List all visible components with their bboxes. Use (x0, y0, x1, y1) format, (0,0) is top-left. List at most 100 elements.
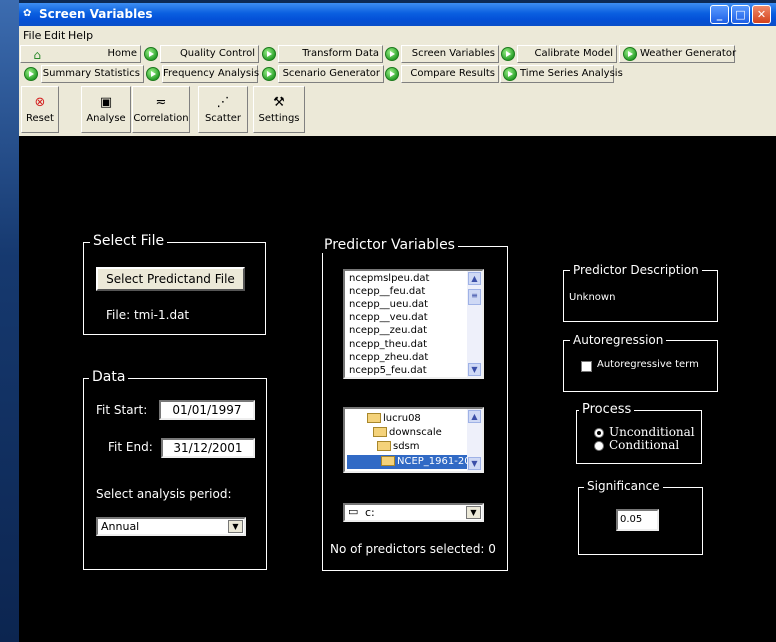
title-bar[interactable]: ✿ Screen Variables _ □ ✕ (19, 3, 776, 26)
folder-item[interactable]: sdsm (377, 440, 420, 454)
nav-calibrate-model[interactable]: Calibrate Model (517, 45, 617, 63)
drive-select[interactable]: ▭ c: ▼ (343, 503, 484, 522)
correlation-icon: ≂ (155, 95, 167, 110)
nav-quality-control[interactable]: Quality Control (160, 45, 259, 63)
nav-label: Quality Control (179, 48, 255, 59)
conditional-radio[interactable] (594, 441, 604, 451)
nav-transform-data[interactable]: Transform Data (278, 45, 383, 63)
nav-weather-generator[interactable]: Weather Generator (619, 45, 737, 63)
autoregression-group: Autoregression Autoregressive term (563, 333, 718, 392)
list-item[interactable]: ncepp5_feu.dat (349, 364, 427, 377)
scroll-thumb[interactable]: ≡ (468, 289, 481, 305)
nav-home-label: Home (107, 48, 137, 59)
chevron-down-icon[interactable]: ▼ (466, 506, 481, 519)
predictor-list-scrollbar[interactable]: ▲ ≡ ▼ (467, 271, 482, 377)
nav-label: Time Series Analysis (520, 68, 623, 79)
list-item[interactable]: ncepp__feu.dat (349, 285, 425, 299)
nav-label: Calibrate Model (534, 48, 613, 59)
arrow-icon (385, 47, 399, 61)
menu-file[interactable]: File (23, 29, 41, 42)
significance-field[interactable]: 0.05 (616, 509, 659, 531)
folder-icon (377, 441, 391, 451)
menu-bar: File Edit Help (19, 26, 776, 44)
significance-group: Significance 0.05 (578, 479, 703, 555)
nav-compare-results[interactable]: Compare Results (401, 65, 499, 83)
nav-row-1: ⌂ Home Quality Control Transform Data Sc… (19, 44, 776, 64)
scatter-label: Scatter (204, 113, 242, 124)
arrow-icon (262, 47, 276, 61)
reset-button[interactable]: ⊗ Reset (21, 86, 59, 133)
arrow-icon (623, 47, 637, 61)
fit-end-field[interactable]: 31/12/2001 (161, 438, 255, 458)
nav-label: Weather Generator (640, 48, 737, 59)
select-predictand-file-button[interactable]: Select Predictand File (96, 267, 245, 291)
list-item[interactable]: ncepp__ueu.dat (349, 298, 428, 312)
arrow-icon (24, 67, 38, 81)
nav-frequency-analysis[interactable]: Frequency Analysis (162, 65, 259, 83)
predictor-description-value: Unknown (569, 292, 616, 303)
settings-button[interactable]: ⚒ Settings (253, 86, 305, 133)
nav-row-2: Summary Statistics Frequency Analysis Sc… (19, 64, 776, 84)
window-title: Screen Variables (39, 7, 153, 21)
select-file-group: Select File Select Predictand File File:… (83, 233, 266, 335)
list-item[interactable]: ncepp__zeu.dat (349, 324, 427, 338)
unconditional-radio[interactable] (594, 428, 604, 438)
autoregressive-term-checkbox[interactable] (581, 361, 592, 372)
correlation-button[interactable]: ≂ Correlation (132, 86, 190, 133)
folder-icon (381, 456, 395, 466)
chevron-down-icon[interactable]: ▼ (228, 520, 243, 533)
scatter-icon: ⋰ (216, 95, 230, 110)
list-item[interactable]: ncepp__veu.dat (349, 311, 428, 325)
folder-label: sdsm (393, 441, 420, 452)
process-title: Process (579, 402, 635, 417)
folder-tree[interactable]: lucru08 downscale sdsm NCEP_1961-20( ▲ ▼ (343, 407, 484, 473)
scatter-button[interactable]: ⋰ Scatter (198, 86, 248, 133)
scroll-down-icon[interactable]: ▼ (468, 363, 481, 376)
folder-label: lucru08 (383, 413, 421, 424)
analyse-label: Analyse (86, 113, 126, 124)
conditional-label: Conditional (609, 438, 680, 452)
scroll-down-icon[interactable]: ▼ (468, 457, 481, 470)
nav-summary-statistics[interactable]: Summary Statistics (41, 65, 144, 83)
fit-start-field[interactable]: 01/01/1997 (159, 400, 255, 420)
menu-edit[interactable]: Edit (44, 29, 65, 42)
close-button[interactable]: ✕ (752, 5, 771, 24)
minimize-button[interactable]: _ (710, 5, 729, 24)
analyse-icon: ▣ (99, 95, 113, 110)
file-label: File: tmi-1.dat (106, 308, 189, 322)
arrow-icon (144, 47, 158, 61)
menu-help[interactable]: Help (68, 29, 93, 42)
data-title: Data (89, 369, 129, 385)
select-file-title: Select File (90, 233, 168, 249)
nav-time-series-analysis[interactable]: Time Series Analysis (500, 65, 623, 83)
arrow-icon (385, 67, 399, 81)
nav-screen-variables[interactable]: Screen Variables (401, 45, 499, 63)
list-item[interactable]: ncepp_zheu.dat (349, 351, 428, 365)
predictor-list[interactable]: ncepmslpeu.dat ncepp__feu.dat ncepp__ueu… (343, 269, 484, 379)
folder-icon (367, 413, 381, 423)
scroll-up-icon[interactable]: ▲ (468, 272, 481, 285)
list-item[interactable]: ncepmslpeu.dat (349, 272, 429, 286)
data-group: Data Fit Start: 01/01/1997 Fit End: 31/1… (83, 369, 267, 570)
reset-label: Reset (26, 113, 54, 124)
nav-home[interactable]: ⌂ Home (20, 45, 141, 63)
nav-scenario-generator[interactable]: Scenario Generator (278, 65, 384, 83)
scroll-up-icon[interactable]: ▲ (468, 410, 481, 423)
autoregression-title: Autoregression (570, 333, 667, 347)
analysis-period-select[interactable]: Annual ▼ (96, 517, 246, 536)
predictor-variables-title: Predictor Variables (321, 237, 458, 253)
arrow-icon (501, 47, 515, 61)
folder-item[interactable]: downscale (373, 426, 442, 440)
drive-icon: ▭ (348, 505, 359, 518)
arrow-icon (503, 67, 517, 81)
fit-end-label: Fit End: (108, 440, 153, 454)
folder-item-selected[interactable]: NCEP_1961-20( (347, 455, 475, 469)
folder-tree-scrollbar[interactable]: ▲ ▼ (467, 409, 482, 471)
maximize-button[interactable]: □ (731, 5, 750, 24)
file-label-text: File: (106, 308, 131, 322)
nav-label: Screen Variables (411, 48, 495, 59)
analyse-button[interactable]: ▣ Analyse (81, 86, 131, 133)
list-item[interactable]: ncepp_theu.dat (349, 338, 427, 352)
folder-item[interactable]: lucru08 (367, 412, 421, 426)
settings-label: Settings (258, 113, 300, 124)
